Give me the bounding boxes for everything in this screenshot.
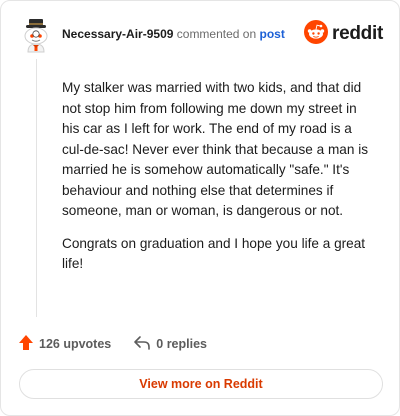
view-more-button[interactable]: View more on Reddit (19, 369, 383, 399)
upvote-button[interactable]: 126 upvotes (18, 334, 111, 354)
upvote-count: 126 upvotes (39, 337, 112, 351)
replies-button[interactable]: 0 replies (133, 335, 207, 354)
comment-body: My stalker was married with two kids, an… (62, 78, 372, 287)
comment-actions: 126 upvotes 0 replies (18, 335, 207, 353)
comment-embed-card: Necessary-Air-9509 commented on post red… (0, 0, 400, 416)
reddit-logo-icon (304, 19, 329, 49)
comment-paragraph: Congrats on graduation and I hope you li… (62, 235, 366, 272)
avatar-icon[interactable] (19, 15, 53, 53)
username[interactable]: Necessary-Air-9509 (62, 27, 173, 41)
reply-arrow-icon (133, 335, 156, 354)
comment-header: Necessary-Air-9509 commented on post red… (19, 15, 385, 53)
post-link[interactable]: post (260, 27, 285, 41)
upvote-arrow-icon (18, 334, 39, 354)
reddit-logo[interactable]: reddit (304, 19, 383, 49)
comment-meta: Necessary-Air-9509 commented on post (62, 27, 285, 41)
commented-on-label: commented on (176, 27, 257, 41)
reddit-wordmark: reddit (332, 23, 383, 44)
comment-paragraph: My stalker was married with two kids, an… (62, 80, 369, 218)
reply-count: 0 replies (156, 337, 207, 351)
thread-line (36, 59, 37, 317)
